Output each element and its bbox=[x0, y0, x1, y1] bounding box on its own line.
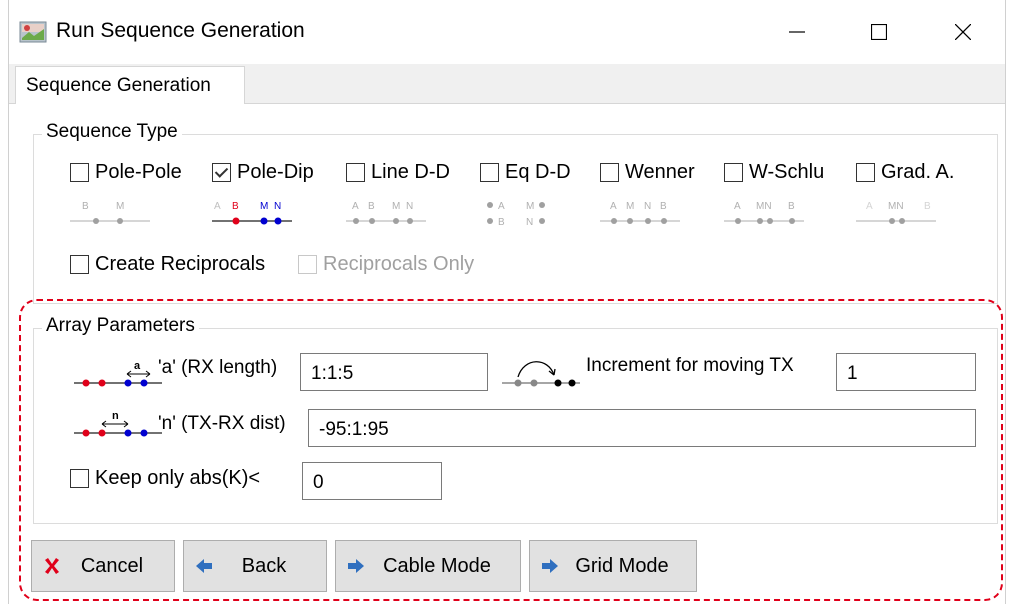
svg-text:M: M bbox=[116, 201, 124, 212]
svg-text:B: B bbox=[368, 201, 375, 212]
svg-text:M: M bbox=[392, 201, 400, 212]
svg-text:N: N bbox=[644, 201, 651, 212]
cable-mode-button[interactable]: Cable Mode bbox=[335, 540, 521, 592]
grad-a-diagram: A MN B bbox=[856, 201, 936, 224]
w-schlu-checkbox[interactable]: W-Schlu bbox=[724, 161, 824, 184]
sequence-type-group: Sequence Type Pole-Pole Pole-Dip Line D-… bbox=[33, 121, 998, 304]
svg-text:B: B bbox=[498, 217, 505, 228]
svg-text:A: A bbox=[352, 201, 359, 212]
tab-content: Sequence Type Pole-Pole Pole-Dip Line D-… bbox=[9, 104, 1005, 604]
wenner-diagram: A M N B bbox=[600, 201, 680, 224]
increment-input[interactable]: 1 bbox=[836, 353, 976, 391]
svg-text:N: N bbox=[274, 201, 281, 212]
create-reciprocals-checkbox[interactable]: Create Reciprocals bbox=[70, 253, 265, 276]
rx-length-diagram: a bbox=[74, 360, 162, 387]
svg-text:B: B bbox=[82, 201, 89, 212]
svg-text:B: B bbox=[660, 201, 667, 212]
checkbox-box bbox=[346, 163, 365, 182]
svg-text:M: M bbox=[260, 201, 268, 212]
title-bar: Run Sequence Generation bbox=[9, 0, 1005, 64]
checkbox-box bbox=[600, 163, 619, 182]
pole-dip-checkbox[interactable]: Pole-Dip bbox=[212, 161, 314, 184]
cancel-button[interactable]: Cancel bbox=[31, 540, 175, 592]
line-dd-checkbox[interactable]: Line D-D bbox=[346, 161, 450, 184]
dialog-window: Run Sequence Generation Sequence Generat… bbox=[8, 0, 1006, 604]
array-parameters-group: Array Parameters a 'a' (RX length) 1:1:5… bbox=[33, 315, 998, 524]
grad-a-checkbox[interactable]: Grad. A. bbox=[856, 161, 954, 184]
svg-text:B: B bbox=[788, 201, 795, 212]
checkbox-box bbox=[70, 163, 89, 182]
svg-text:MN: MN bbox=[756, 201, 772, 212]
eq-dd-diagram: A M B N bbox=[487, 201, 545, 228]
maximize-button[interactable] bbox=[859, 14, 899, 50]
sequence-type-title: Sequence Type bbox=[42, 121, 182, 143]
reciprocals-only-checkbox: Reciprocals Only bbox=[298, 253, 474, 276]
close-icon bbox=[955, 24, 971, 40]
svg-text:B: B bbox=[924, 201, 931, 212]
checkbox-box bbox=[724, 163, 743, 182]
rx-length-label: 'a' (RX length) bbox=[158, 357, 278, 378]
app-icon bbox=[19, 21, 47, 43]
svg-text:A: A bbox=[734, 201, 741, 212]
checkbox-box bbox=[480, 163, 499, 182]
svg-text:A: A bbox=[214, 201, 221, 212]
tx-rx-dist-label: 'n' (TX-RX dist) bbox=[158, 413, 286, 434]
back-button[interactable]: Back bbox=[183, 540, 327, 592]
move-tx-icon bbox=[502, 361, 580, 387]
pole-pole-diagram: B M bbox=[70, 201, 150, 224]
svg-text:MN: MN bbox=[888, 201, 904, 212]
w-schlu-diagram: A MN B bbox=[724, 201, 804, 224]
checkbox-box bbox=[212, 163, 231, 182]
pole-dip-diagram: A B M N bbox=[212, 201, 292, 225]
increment-label: Increment for moving TX bbox=[586, 355, 794, 376]
checkbox-box bbox=[70, 469, 89, 488]
checkbox-box bbox=[70, 255, 89, 274]
maximize-icon bbox=[871, 24, 887, 40]
tab-strip: Sequence Generation bbox=[9, 64, 1005, 105]
minimize-button[interactable] bbox=[777, 14, 817, 50]
window-title: Run Sequence Generation bbox=[56, 19, 305, 42]
wenner-checkbox[interactable]: Wenner bbox=[600, 161, 695, 184]
svg-text:M: M bbox=[626, 201, 634, 212]
svg-text:A: A bbox=[610, 201, 617, 212]
checkbox-box bbox=[856, 163, 875, 182]
pole-pole-checkbox[interactable]: Pole-Pole bbox=[70, 161, 182, 184]
svg-text:a: a bbox=[134, 360, 141, 372]
keep-abs-input[interactable]: 0 bbox=[302, 462, 442, 500]
svg-text:N: N bbox=[406, 201, 413, 212]
keep-abs-checkbox[interactable]: Keep only abs(K)< bbox=[70, 467, 260, 490]
rx-length-input[interactable]: 1:1:5 bbox=[300, 353, 488, 391]
svg-text:B: B bbox=[232, 201, 239, 212]
tab-sequence-generation[interactable]: Sequence Generation bbox=[15, 66, 245, 105]
array-parameters-title: Array Parameters bbox=[42, 315, 199, 337]
minimize-icon bbox=[789, 31, 805, 33]
close-button[interactable] bbox=[943, 14, 983, 50]
tx-rx-dist-input[interactable]: -95:1:95 bbox=[308, 409, 976, 447]
svg-text:M: M bbox=[526, 201, 534, 212]
svg-text:A: A bbox=[866, 201, 873, 212]
svg-text:N: N bbox=[526, 217, 533, 228]
eq-dd-checkbox[interactable]: Eq D-D bbox=[480, 161, 571, 184]
svg-text:n: n bbox=[112, 410, 119, 422]
tx-rx-dist-diagram: n bbox=[74, 410, 162, 437]
grid-mode-button[interactable]: Grid Mode bbox=[529, 540, 697, 592]
checkbox-box bbox=[298, 255, 317, 274]
svg-text:A: A bbox=[498, 201, 505, 212]
line-dd-diagram: A B M N bbox=[346, 201, 426, 224]
